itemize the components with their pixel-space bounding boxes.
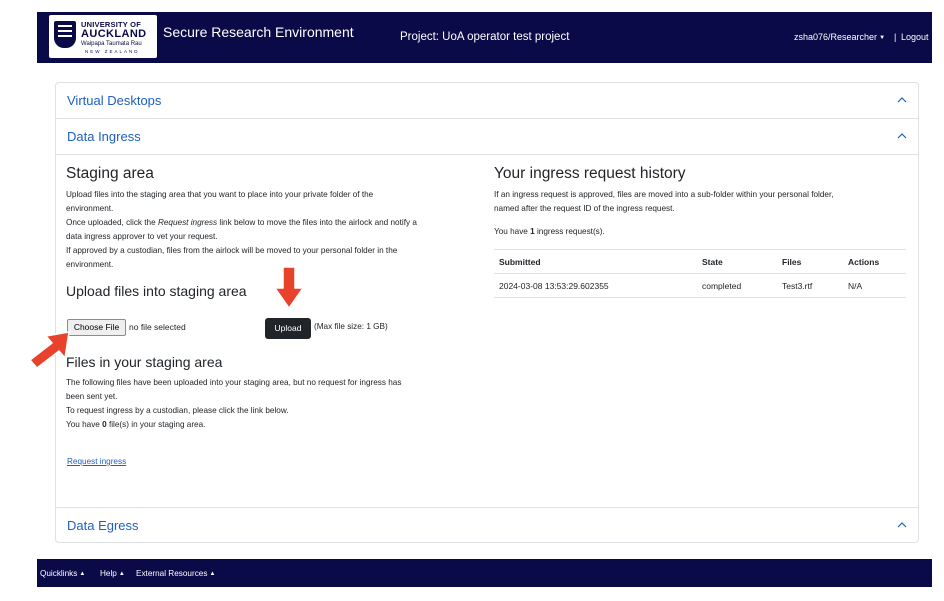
history-count-text: You have 1 ingress request(s).: [494, 225, 605, 239]
staging-text-3: If approved by a custodian, files from t…: [66, 246, 398, 255]
university-logo[interactable]: UNIVERSITY OF AUCKLAND Waipapa Taumata R…: [49, 15, 157, 58]
chevron-up-icon: [897, 522, 907, 528]
upload-button[interactable]: Upload: [265, 318, 311, 339]
accordion-label-virtual-desktops: Virtual Desktops: [67, 93, 162, 108]
table-cell: completed: [697, 273, 777, 298]
chevron-up-icon: [897, 133, 907, 139]
staging-text-2-em: Request ingress: [157, 218, 218, 227]
caret-down-icon: ▼: [879, 35, 886, 41]
staging-text-2: Once uploaded, click the Request ingress…: [66, 216, 486, 230]
column-header: Files: [777, 249, 843, 274]
files-text-1b: been sent yet.: [66, 392, 118, 401]
staging-text-2c: data ingress approver to vet your reques…: [66, 232, 218, 241]
table-cell: 2024-03-08 13:53:29.602355: [494, 273, 697, 298]
history-heading: Your ingress request history: [494, 165, 686, 182]
accordion-header-data-ingress[interactable]: Data Ingress: [56, 119, 918, 155]
chevron-up-icon: [897, 97, 907, 103]
no-file-selected-text: no file selected: [129, 322, 186, 332]
logo-text-line3: Waipapa Taumata Rau: [81, 41, 142, 47]
history-text-1b: named after the request ID of the ingres…: [494, 204, 675, 213]
accordion: Virtual Desktops Data Ingress Data Egres…: [55, 82, 919, 543]
files-text-3b: file(s) in your staging area.: [106, 420, 206, 429]
files-text-3a: You have: [66, 420, 103, 429]
table-cell: N/A: [843, 273, 906, 298]
project-label: Project: UoA operator test project: [400, 31, 570, 43]
accordion-label-data-egress: Data Egress: [67, 518, 139, 533]
top-navbar: UNIVERSITY OF AUCKLAND Waipapa Taumata R…: [37, 12, 932, 63]
column-header: Actions: [843, 249, 906, 274]
footer-quicklinks-label: Quicklinks: [40, 569, 78, 578]
red-arrow-annotation: [274, 266, 304, 309]
table-cell: Test3.rtf: [777, 273, 843, 298]
files-staging-description: The following files have been uploaded i…: [66, 376, 486, 432]
caret-up-icon: ▲: [209, 571, 216, 577]
column-header: Submitted: [494, 249, 697, 274]
choose-file-button[interactable]: Choose File: [67, 319, 126, 336]
footer-external-resources-menu[interactable]: External Resources ▲: [136, 569, 215, 578]
accordion-label-data-ingress: Data Ingress: [67, 129, 141, 144]
logout-link[interactable]: Logout: [901, 32, 929, 42]
staging-text-1b: environment.: [66, 204, 114, 213]
history-description: If an ingress request is approved, files…: [494, 188, 906, 216]
column-header: State: [697, 249, 777, 274]
caret-up-icon: ▲: [118, 571, 125, 577]
footer-bar: Quicklinks ▲ Help ▲ External Resources ▲: [37, 559, 932, 587]
request-ingress-link[interactable]: Request ingress: [67, 457, 126, 466]
staging-text-2a: Once uploaded, click the: [66, 218, 158, 227]
logo-text-line4: NEW ZEALAND: [85, 49, 140, 54]
caret-up-icon: ▲: [79, 571, 86, 577]
files-text-3: You have 0 file(s) in your staging area.: [66, 418, 486, 432]
footer-external-label: External Resources: [136, 569, 208, 578]
history-count-a: You have: [494, 227, 531, 236]
red-arrow-annotation: [29, 331, 70, 369]
history-text-1: If an ingress request is approved, files…: [494, 190, 834, 199]
max-file-size-text: (Max file size: 1 GB): [314, 322, 388, 331]
footer-help-menu[interactable]: Help ▲: [100, 569, 125, 578]
nav-separator: |: [894, 32, 897, 42]
files-text-2: To request ingress by a custodian, pleas…: [66, 406, 289, 415]
staging-description: Upload files into the staging area that …: [66, 188, 486, 272]
upload-heading: Upload files into staging area: [66, 283, 247, 299]
table-header-row: Submitted State Files Actions: [494, 249, 906, 274]
ingress-history-table: Submitted State Files Actions 2024-03-08…: [494, 249, 906, 298]
staging-text-1: Upload files into the staging area that …: [66, 190, 374, 199]
accordion-header-virtual-desktops[interactable]: Virtual Desktops: [56, 83, 918, 119]
files-staging-heading: Files in your staging area: [66, 354, 223, 370]
accordion-header-data-egress[interactable]: Data Egress: [56, 507, 918, 543]
user-name: zsha076/Researcher: [794, 32, 878, 42]
user-menu[interactable]: zsha076/Researcher ▼: [794, 32, 885, 42]
table-row: 2024-03-08 13:53:29.602355 completed Tes…: [494, 273, 906, 298]
footer-quicklinks-menu[interactable]: Quicklinks ▲: [40, 569, 85, 578]
staging-area-heading: Staging area: [66, 165, 154, 182]
staging-text-2b: link below to move the files into the ai…: [217, 218, 417, 227]
logo-text-line2: AUCKLAND: [81, 28, 147, 40]
files-text-1: The following files have been uploaded i…: [66, 378, 402, 387]
footer-help-label: Help: [100, 569, 117, 578]
app-title[interactable]: Secure Research Environment: [163, 24, 354, 40]
history-count-b: ingress request(s).: [534, 227, 605, 236]
crest-icon: [54, 21, 76, 48]
